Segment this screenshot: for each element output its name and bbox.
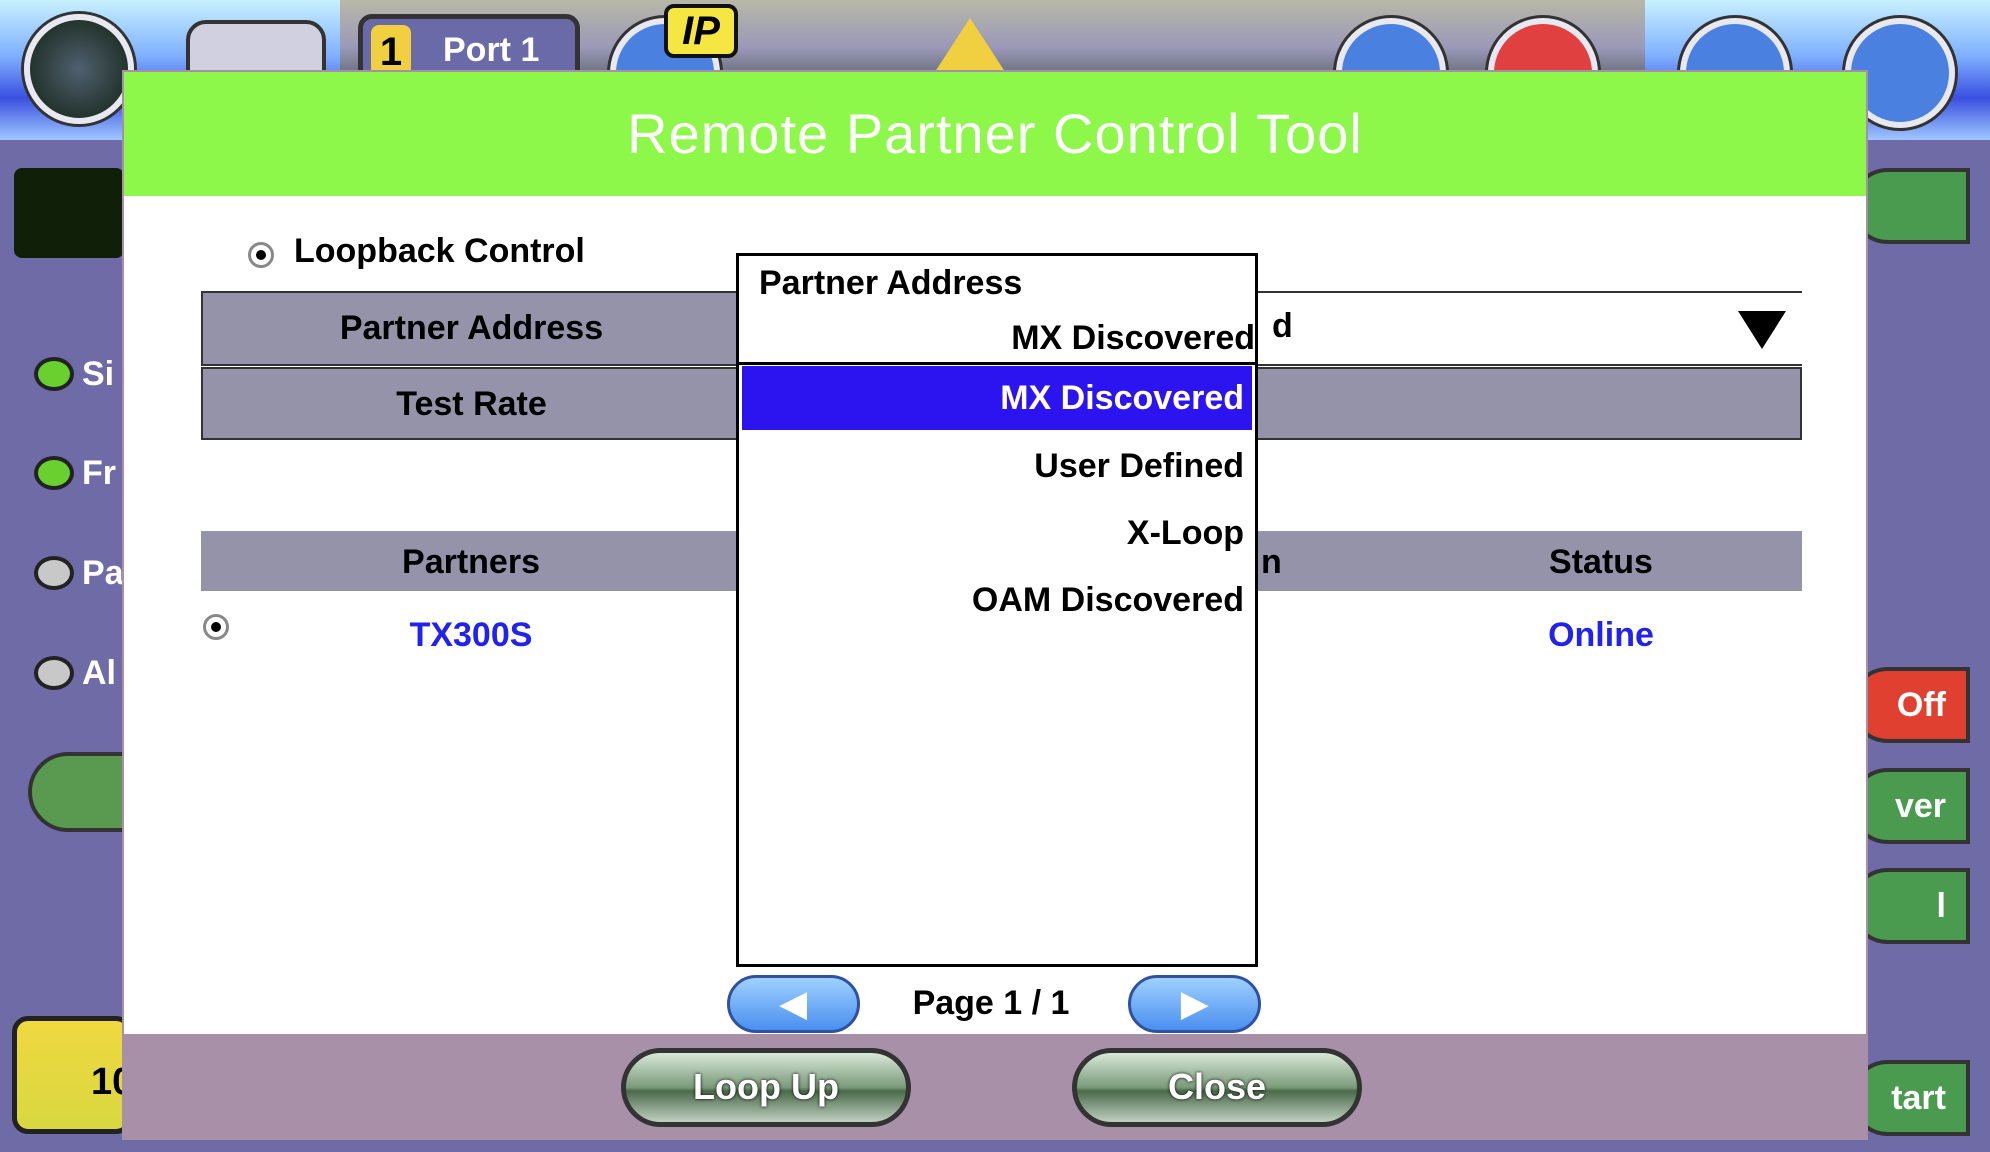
dropdown-option[interactable]: X-Loop [742, 501, 1252, 565]
prev-page-button[interactable]: ◀ [727, 975, 860, 1033]
loopback-label: Loopback Control [294, 232, 585, 270]
partner-radio[interactable] [203, 614, 229, 640]
partner-address-dropdown: Partner Address MX Discovered MX Discove… [736, 253, 1258, 967]
loopback-radio[interactable] [248, 242, 274, 268]
dialog-title: Remote Partner Control Tool [124, 72, 1866, 196]
partner-address-label: Partner Address [339, 309, 604, 347]
led-label: Fr [82, 454, 116, 492]
right-start-button[interactable]: tart [1850, 1060, 1970, 1136]
next-page-button[interactable]: ▶ [1128, 975, 1261, 1033]
dropdown-title: Partner Address [759, 264, 1023, 302]
dropdown-option[interactable]: User Defined [742, 434, 1252, 498]
right-green-button[interactable] [1850, 168, 1970, 244]
dialog-footer [124, 1034, 1866, 1138]
close-button[interactable]: Close [1072, 1048, 1362, 1127]
tools-icon[interactable] [24, 14, 134, 124]
loop-up-button[interactable]: Loop Up [621, 1048, 911, 1127]
dropdown-arrow-icon[interactable] [1738, 311, 1786, 349]
signal-lights-icon [14, 168, 124, 258]
page-indicator: Page 1 / 1 [912, 984, 1070, 1022]
led-icon [34, 456, 74, 490]
ip-badge: IP [664, 4, 738, 58]
led-label: Pa [82, 554, 124, 592]
led-label: Si [82, 355, 115, 393]
right-button[interactable]: l [1850, 868, 1970, 944]
dropdown-option-selected[interactable]: MX Discovered [742, 366, 1252, 430]
side-yellow-button[interactable]: 10 [12, 1016, 133, 1134]
test-rate-label: Test Rate [396, 385, 547, 423]
right-off-button[interactable]: Off [1850, 667, 1970, 743]
dropdown-current-value: MX Discovered [1011, 319, 1255, 357]
right-server-button[interactable]: ver [1850, 768, 1970, 844]
dropdown-option[interactable]: OAM Discovered [742, 568, 1252, 632]
led-icon [34, 656, 74, 690]
led-icon [34, 357, 74, 391]
divider [739, 362, 1255, 365]
led-label: Al [82, 654, 116, 692]
led-icon [34, 556, 74, 590]
